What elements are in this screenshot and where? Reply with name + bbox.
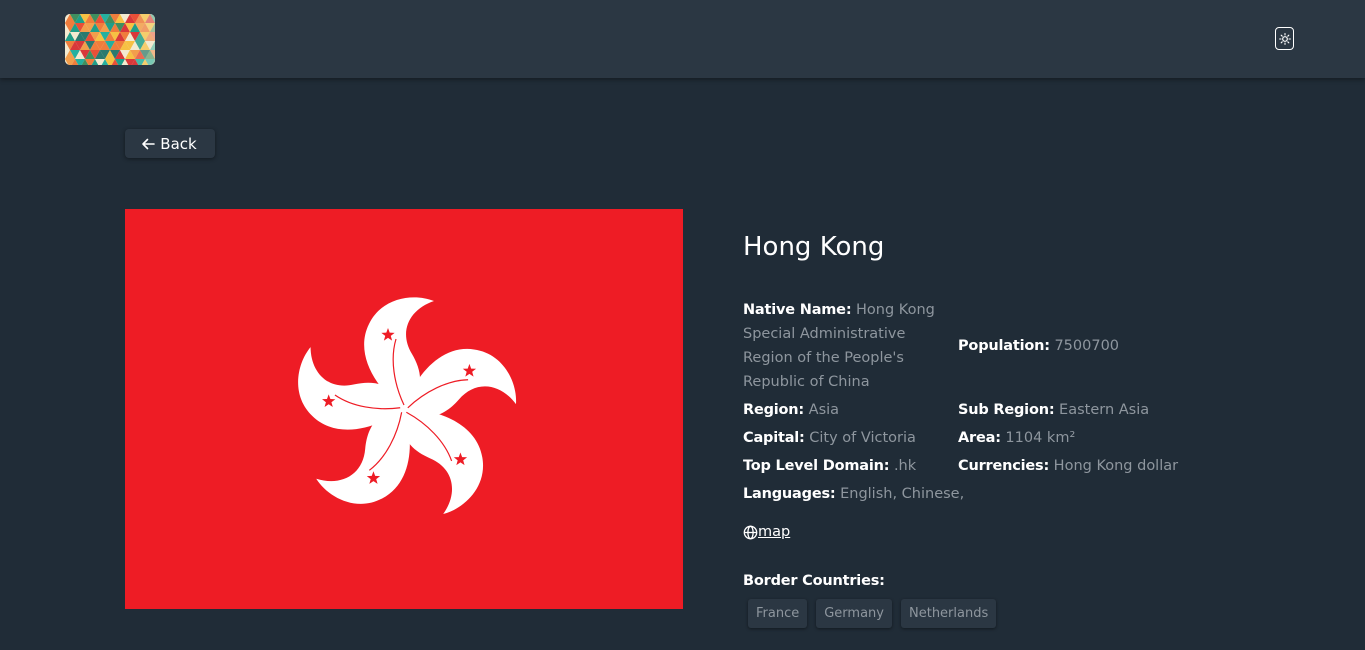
tld-value: .hk [893,458,917,474]
capital-field: Capital: City of Victoria [743,426,916,450]
back-button[interactable]: Back [125,129,215,158]
border-country-chip[interactable]: Netherlands [901,599,997,628]
sub-region-label: Sub Region: [958,402,1055,418]
capital-label: Capital: [743,430,805,446]
languages-field: Languages: English, Chinese, [743,482,964,506]
map-link[interactable]: map [743,522,790,542]
tld-label: Top Level Domain: [743,458,890,474]
region-field: Region: Asia [743,398,839,422]
languages-value: English, Chinese, [840,486,965,502]
sub-region-field: Sub Region: Eastern Asia [958,398,1149,422]
border-country-chip[interactable]: Germany [816,599,892,628]
arrow-left-icon [142,138,156,149]
logo-mosaic [65,14,155,65]
triangle-mosaic-logo[interactable] [65,14,155,65]
region-label: Region: [743,402,805,418]
back-button-label: Back [160,134,197,153]
globe-icon [743,525,758,539]
country-name: Hong Kong [743,232,885,262]
currencies-field: Currencies: Hong Kong dollar [958,454,1178,478]
area-label: Area: [958,430,1001,446]
border-countries-title: Border Countries: [743,573,885,589]
area-value: 1104 km² [1005,430,1076,446]
native-name-label: Native Name: [743,302,852,318]
population-value: 7500700 [1054,338,1120,354]
map-link-label: map [758,524,791,540]
native-name-field: Native Name: Hong Kong Special Administr… [743,298,955,394]
region-value: Asia [808,402,840,418]
app-header [0,0,1365,78]
population-field: Population: 7500700 [958,334,1119,358]
sun-icon [1278,32,1291,45]
border-countries-list: France Germany Netherlands [748,599,997,628]
capital-value: City of Victoria [809,430,916,446]
tld-field: Top Level Domain: .hk [743,454,916,478]
population-label: Population: [958,338,1050,354]
area-field: Area: 1104 km² [958,426,1075,450]
theme-toggle-button[interactable] [1275,27,1294,50]
country-flag-image [125,209,683,609]
currencies-value: Hong Kong dollar [1053,458,1179,474]
border-country-chip[interactable]: France [748,599,808,628]
languages-label: Languages: [743,486,836,502]
currencies-label: Currencies: [958,458,1050,474]
hong-kong-flag [125,209,683,609]
sub-region-value: Eastern Asia [1059,402,1150,418]
